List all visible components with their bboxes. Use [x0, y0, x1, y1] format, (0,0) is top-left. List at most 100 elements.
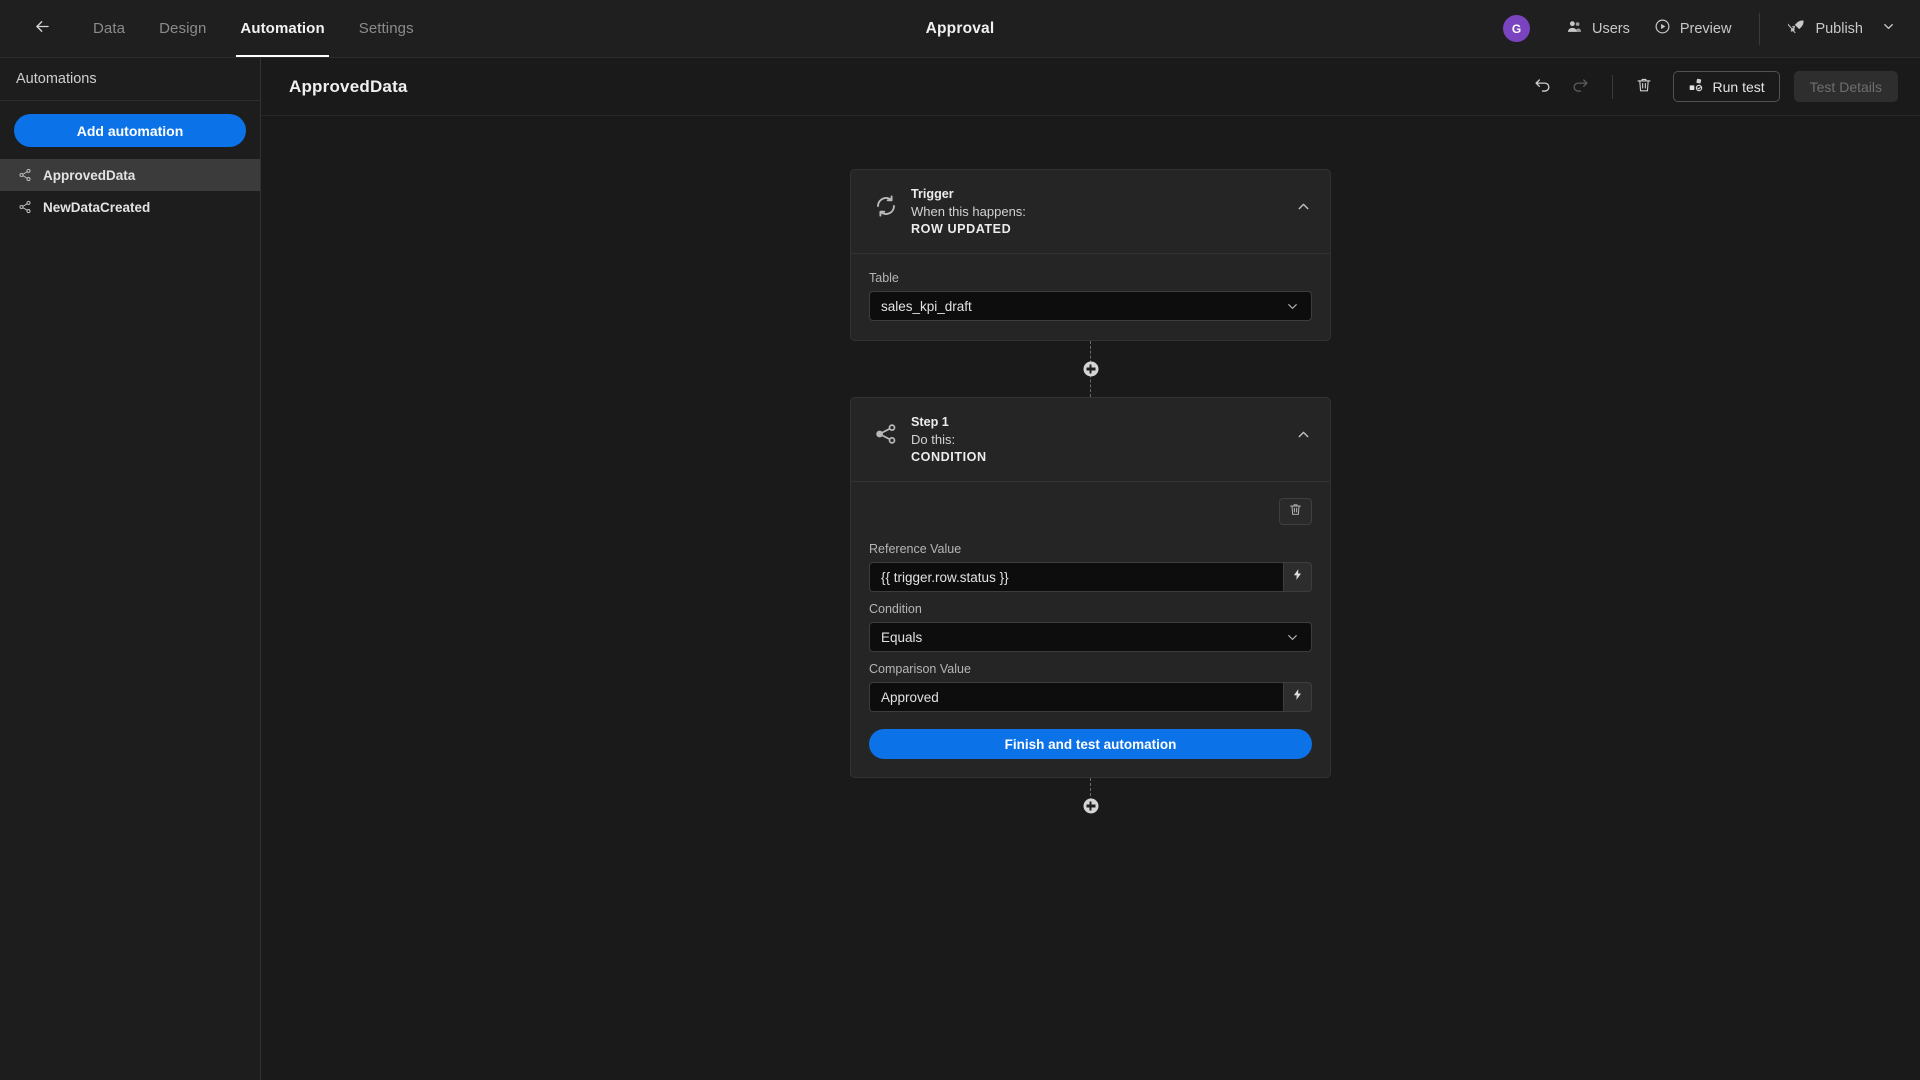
step-1-card: Step 1 Do this: CONDITION Reference Valu… [850, 397, 1331, 778]
avatar-initial: G [1511, 21, 1522, 36]
delete-automation-button[interactable] [1627, 70, 1661, 104]
add-step-button-2[interactable] [1083, 798, 1098, 814]
redo-button[interactable] [1564, 70, 1598, 104]
app-topbar: Data Design Automation Settings Approval… [0, 0, 1920, 58]
delete-step-button[interactable] [1279, 498, 1312, 525]
test-details-button[interactable]: Test Details [1793, 71, 1898, 102]
add-automation-button[interactable]: Add automation [14, 114, 246, 147]
condition-value: Equals [881, 629, 923, 645]
topbar-divider [1759, 12, 1761, 45]
tab-design-label: Design [159, 20, 207, 37]
users-icon [1566, 18, 1583, 39]
reference-value-label: Reference Value [869, 542, 962, 556]
chevron-down-icon [1881, 19, 1896, 39]
arrow-left-icon [33, 17, 52, 41]
tab-data-label: Data [93, 20, 126, 37]
flow-connector-2 [1083, 778, 1098, 834]
share-nodes-icon [869, 414, 903, 446]
sidebar-heading: Automations [0, 58, 260, 101]
test-blocks-icon [1688, 77, 1704, 96]
comparison-value-input[interactable] [869, 682, 1283, 712]
topbar-right-group: G Users Preview Publish [1502, 0, 1920, 57]
comparison-value-label: Comparison Value [869, 662, 971, 676]
editor-header: ApprovedData Run test Test Details [261, 58, 1920, 116]
play-circle-icon [1654, 18, 1671, 39]
redo-arrow-icon [1571, 76, 1590, 98]
tab-settings[interactable]: Settings [342, 0, 431, 57]
step-1-card-text: Step 1 Do this: CONDITION [911, 414, 987, 464]
trigger-table-select[interactable]: sales_kpi_draft [869, 291, 1312, 321]
trigger-card-body: Table sales_kpi_draft [851, 254, 1330, 340]
trigger-card: Trigger When this happens: ROW UPDATED T… [850, 169, 1331, 341]
chevron-up-icon [1298, 203, 1309, 210]
trigger-table-value: sales_kpi_draft [881, 298, 972, 314]
page-title: ApprovedData [289, 76, 408, 96]
run-test-button[interactable]: Run test [1672, 71, 1780, 102]
lightning-bolt-icon [1291, 568, 1304, 586]
trigger-table-field: Table sales_kpi_draft [869, 271, 1312, 321]
tab-automation[interactable]: Automation [223, 0, 341, 57]
trash-icon [1288, 502, 1303, 522]
step-1-collapse-button[interactable] [1295, 414, 1312, 443]
refresh-cycle-icon [869, 186, 903, 218]
step-1-subtitle: Do this: [911, 432, 956, 447]
automation-canvas[interactable]: Trigger When this happens: ROW UPDATED T… [261, 116, 1920, 1080]
publish-group: Publish [1776, 11, 1902, 47]
share-nodes-icon [18, 200, 32, 214]
condition-select[interactable]: Equals [869, 622, 1312, 652]
users-button[interactable]: Users [1554, 11, 1642, 46]
tab-data[interactable]: Data [76, 0, 142, 57]
chevron-down-icon [1285, 299, 1300, 314]
step-1-card-header[interactable]: Step 1 Do this: CONDITION [851, 398, 1330, 482]
tab-automation-label: Automation [240, 20, 325, 37]
sidebar-actions: Add automation [0, 101, 260, 159]
tab-settings-label: Settings [358, 20, 414, 37]
undo-button[interactable] [1526, 70, 1560, 104]
preview-button[interactable]: Preview [1642, 11, 1744, 46]
topbar-left-group: Data Design Automation Settings [0, 0, 431, 57]
add-step-button-1[interactable] [1083, 361, 1098, 377]
trigger-card-header[interactable]: Trigger When this happens: ROW UPDATED [851, 170, 1330, 254]
run-test-label: Run test [1712, 78, 1765, 95]
app-shell: Automations Add automation ApprovedData [0, 58, 1920, 1080]
comparison-value-field: Comparison Value [869, 662, 1312, 712]
trigger-kicker: Trigger [911, 187, 954, 201]
trigger-type: ROW UPDATED [911, 222, 1012, 236]
trigger-collapse-button[interactable] [1295, 186, 1312, 215]
reference-value-field: Reference Value [869, 542, 1312, 592]
step-1-body-toolbar [869, 498, 1312, 525]
flow-connector-1 [1083, 341, 1098, 397]
finish-and-test-button[interactable]: Finish and test automation [869, 729, 1312, 759]
automation-editor: ApprovedData Run test Test Details Trigg… [261, 58, 1920, 1080]
avatar[interactable]: G [1502, 15, 1530, 42]
users-label: Users [1591, 20, 1630, 37]
comparison-value-combo [869, 682, 1312, 712]
sidebar-item-approveddata[interactable]: ApprovedData [0, 159, 260, 191]
publish-label: Publish [1815, 20, 1863, 37]
sidebar-item-newdatacreated[interactable]: NewDataCreated [0, 191, 260, 223]
step-1-kicker: Step 1 [911, 415, 949, 429]
back-button[interactable] [22, 9, 62, 49]
publish-dropdown-button[interactable] [1875, 13, 1902, 45]
reference-value-binding-button[interactable] [1283, 562, 1312, 592]
tab-design[interactable]: Design [142, 0, 223, 57]
comparison-value-binding-button[interactable] [1283, 682, 1312, 712]
step-1-card-body: Reference Value {{trigger.row.status}}… [851, 482, 1330, 777]
sidebar-item-approveddata-label: ApprovedData [43, 167, 136, 183]
preview-label: Preview [1679, 20, 1732, 37]
automations-sidebar: Automations Add automation ApprovedData [0, 58, 261, 1080]
trigger-table-label: Table [869, 271, 899, 285]
reference-value-input[interactable] [869, 562, 1283, 592]
step-1-type: CONDITION [911, 450, 987, 464]
trigger-card-text: Trigger When this happens: ROW UPDATED [911, 186, 1026, 236]
main-nav-tabs: Data Design Automation Settings [76, 0, 431, 57]
undo-arrow-icon [1533, 76, 1552, 98]
rocket-icon [1785, 18, 1806, 40]
trigger-subtitle: When this happens: [911, 204, 1026, 219]
publish-button[interactable]: Publish [1776, 11, 1875, 47]
share-nodes-icon [18, 168, 32, 182]
sidebar-item-newdatacreated-label: NewDataCreated [43, 199, 151, 215]
editor-header-actions: Run test Test Details [1526, 70, 1898, 104]
trash-icon [1635, 76, 1653, 97]
chevron-up-icon [1298, 431, 1309, 438]
